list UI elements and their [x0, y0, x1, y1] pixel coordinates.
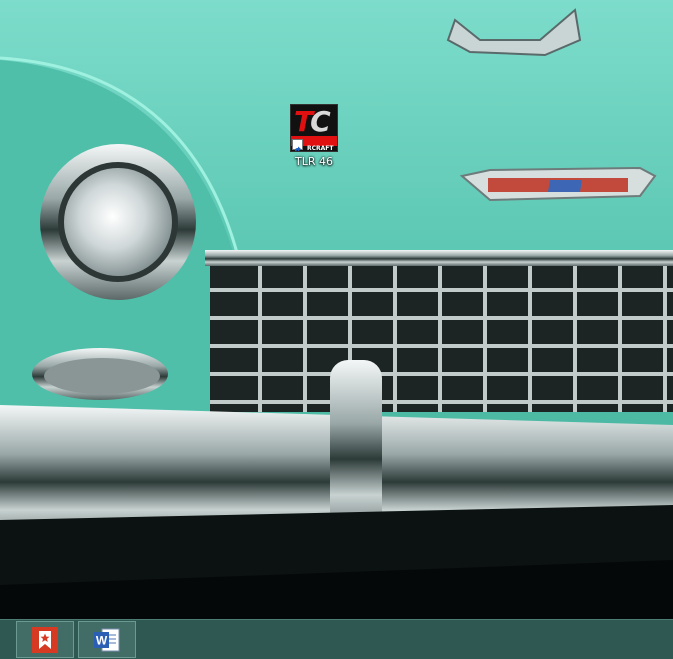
word-document-icon: W: [94, 628, 120, 651]
icon-logo-letters: TC: [294, 105, 331, 138]
tcraft-app-icon: TC RCRAFT: [290, 104, 338, 152]
word-icon-letter: W: [96, 633, 108, 647]
taskbar-button-word[interactable]: W: [78, 621, 136, 658]
icon-brand-text: RCRAFT: [307, 145, 334, 152]
taskbar-button-bookmark-app[interactable]: [16, 621, 74, 658]
shortcut-arrow-icon: [292, 139, 303, 151]
desktop[interactable]: TC RCRAFT TLR 46: [0, 0, 673, 619]
bookmark-star-icon: [32, 626, 58, 653]
desktop-icon-label: TLR 46: [295, 155, 333, 168]
wallpaper-image: [0, 0, 673, 619]
taskbar: W: [0, 619, 673, 659]
desktop-icon-tlr-46[interactable]: TC RCRAFT TLR 46: [282, 104, 346, 176]
